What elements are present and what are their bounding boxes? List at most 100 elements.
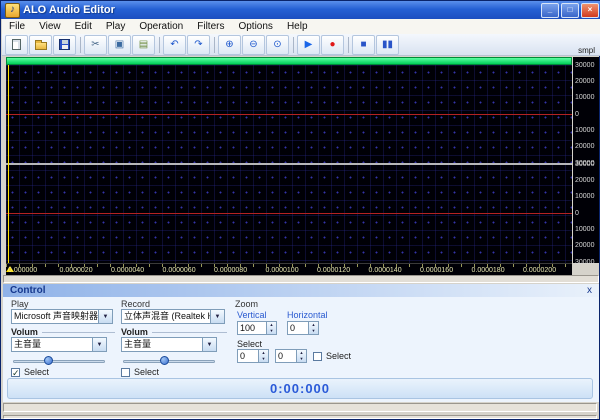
play-volume-combo[interactable]: 主音量 ▼ <box>11 337 107 352</box>
record-button[interactable]: ● <box>321 35 344 55</box>
record-volume-label: Volum <box>121 327 227 337</box>
play-label: Play <box>11 299 29 309</box>
menu-item-operation[interactable]: Operation <box>132 19 190 34</box>
menu-item-file[interactable]: File <box>2 19 32 34</box>
dropdown-arrow-icon[interactable]: ▼ <box>202 338 216 351</box>
control-panel-title: Control <box>10 284 46 297</box>
amplitude-label: 20000 <box>575 143 594 150</box>
zoom-vertical-value: 100 <box>238 322 266 334</box>
maximize-button[interactable]: □ <box>561 3 579 18</box>
waveform-display[interactable] <box>6 65 572 263</box>
slider-thumb[interactable] <box>44 356 53 365</box>
control-panel-close-button[interactable]: x <box>587 284 592 297</box>
record-volume-slider[interactable] <box>123 357 215 366</box>
play-select-checkbox[interactable]: ✓ Select <box>11 367 49 377</box>
play-volume-slider[interactable] <box>13 357 105 366</box>
play-group: Play Microsoft 声音映射器 ▼ Volum 主音量 ▼ ✓ Sel… <box>11 297 115 375</box>
new-document-icon <box>12 39 21 50</box>
spinner-arrows-icon[interactable]: ▲▼ <box>266 322 276 334</box>
record-device-value: 立体声混音 (Realtek High D <box>122 310 210 323</box>
menu-bar: FileViewEditPlayOperationFiltersOptionsH… <box>2 19 600 35</box>
zoom-select-checkbox-label: Select <box>326 351 351 361</box>
redo-button[interactable]: ↷ <box>187 35 210 55</box>
record-device-combo[interactable]: 立体声混音 (Realtek High D ▼ <box>121 309 225 324</box>
time-ruler-label: 0.0000160 <box>420 267 453 274</box>
zoom-vertical-label: Vertical <box>237 310 267 320</box>
select-end-value: 0 <box>276 350 296 362</box>
amplitude-label: 10000 <box>575 226 594 233</box>
checkbox-icon[interactable]: ✓ <box>11 368 20 377</box>
new-button[interactable] <box>5 35 28 55</box>
copy-button[interactable]: ▣ <box>108 35 131 55</box>
amplitude-label: 30000 <box>575 161 594 168</box>
amplitude-label: 0 <box>575 210 579 217</box>
zoom-vertical-spinner[interactable]: 100 ▲▼ <box>237 321 277 335</box>
dropdown-arrow-icon[interactable]: ▼ <box>98 310 112 323</box>
time-display-value: 0:00:000 <box>270 381 330 396</box>
play-device-value: Microsoft 声音映射器 <box>12 310 98 323</box>
record-icon: ● <box>329 40 335 50</box>
record-volume-combo[interactable]: 主音量 ▼ <box>121 337 217 352</box>
amplitude-label: 20000 <box>575 242 594 249</box>
stop-button[interactable]: ■ <box>352 35 375 55</box>
amplitude-label: 10000 <box>575 127 594 134</box>
spinner-arrows-icon[interactable]: ▲▼ <box>308 322 318 334</box>
spinner-arrows-icon[interactable]: ▲▼ <box>296 350 306 362</box>
close-button[interactable]: × <box>581 3 599 18</box>
zoom-fit-button[interactable]: ⊙ <box>266 35 289 55</box>
menu-item-filters[interactable]: Filters <box>190 19 231 34</box>
slider-thumb[interactable] <box>160 356 169 365</box>
stop-icon: ■ <box>360 40 366 50</box>
zoom-out-button[interactable]: ⊖ <box>242 35 265 55</box>
overview-bar[interactable] <box>6 57 572 65</box>
dropdown-arrow-icon[interactable]: ▼ <box>210 310 224 323</box>
zoom-label: Zoom <box>235 299 258 309</box>
amplitude-label: 0 <box>575 111 579 118</box>
save-button[interactable] <box>53 35 76 55</box>
time-ruler[interactable]: 0.0000000.00000200.00000400.00000600.000… <box>6 263 572 275</box>
time-ruler-label: 0.000000 <box>8 267 37 274</box>
pause-button[interactable]: ▮▮ <box>376 35 399 55</box>
cut-button[interactable]: ✂ <box>84 35 107 55</box>
record-label: Record <box>121 299 150 309</box>
play-button[interactable]: ▶ <box>297 35 320 55</box>
zero-line-ch1 <box>6 114 572 115</box>
amplitude-label: 10000 <box>575 94 594 101</box>
zoom-horizontal-spinner[interactable]: 0 ▲▼ <box>287 321 319 335</box>
record-select-checkbox[interactable]: Select <box>121 367 159 377</box>
play-volume-label: Volum <box>11 327 115 337</box>
spinner-arrows-icon[interactable]: ▲▼ <box>258 350 268 362</box>
time-ruler-label: 0.0000120 <box>317 267 350 274</box>
toolbar-separator <box>159 37 160 53</box>
open-button[interactable] <box>29 35 52 55</box>
toolbar: ✂ ▣ ▤ ↶↷ ⊕⊖⊙ ▶ ● ■ ▮▮ <box>2 34 600 56</box>
title-bar: ♪ ALO Audio Editor _ □ × <box>1 1 600 19</box>
play-device-combo[interactable]: Microsoft 声音映射器 ▼ <box>11 309 113 324</box>
zoom-select-checkbox[interactable]: Select <box>313 351 351 361</box>
menu-item-help[interactable]: Help <box>280 19 315 34</box>
play-select-label: Select <box>24 367 49 377</box>
open-folder-icon <box>35 42 47 50</box>
dropdown-arrow-icon[interactable]: ▼ <box>92 338 106 351</box>
save-floppy-icon <box>59 39 70 50</box>
menu-item-play[interactable]: Play <box>99 19 132 34</box>
paste-button[interactable]: ▤ <box>132 35 155 55</box>
select-end-spinner[interactable]: 0 ▲▼ <box>275 349 307 363</box>
toolbar-separator <box>214 37 215 53</box>
select-start-spinner[interactable]: 0 ▲▼ <box>237 349 269 363</box>
paste-icon: ▤ <box>139 40 148 50</box>
undo-button[interactable]: ↶ <box>163 35 186 55</box>
menu-item-edit[interactable]: Edit <box>68 19 99 34</box>
checkbox-icon[interactable] <box>313 352 322 361</box>
time-ruler-label: 0.0000040 <box>111 267 144 274</box>
playback-cursor[interactable] <box>8 65 9 263</box>
status-bar-lower <box>3 415 597 419</box>
status-bar <box>3 403 597 412</box>
minimize-button[interactable]: _ <box>541 3 559 18</box>
checkbox-icon[interactable] <box>121 368 130 377</box>
menu-item-options[interactable]: Options <box>231 19 279 34</box>
menu-item-view[interactable]: View <box>32 19 68 34</box>
zoom-in-button[interactable]: ⊕ <box>218 35 241 55</box>
app-icon: ♪ <box>5 3 20 18</box>
copy-icon: ▣ <box>115 40 124 50</box>
